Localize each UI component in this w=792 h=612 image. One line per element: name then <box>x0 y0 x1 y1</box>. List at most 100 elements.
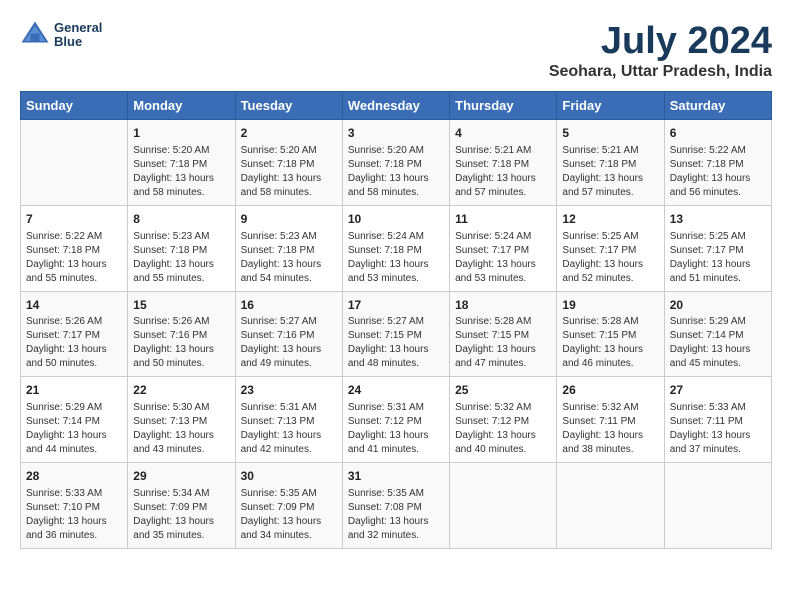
day-info: Sunrise: 5:35 AM Sunset: 7:08 PM Dayligh… <box>348 487 444 543</box>
day-number: 31 <box>348 468 444 485</box>
day-info: Sunrise: 5:29 AM Sunset: 7:14 PM Dayligh… <box>26 401 122 457</box>
day-number: 25 <box>455 382 551 399</box>
day-info: Sunrise: 5:22 AM Sunset: 7:18 PM Dayligh… <box>670 144 766 200</box>
day-info: Sunrise: 5:21 AM Sunset: 7:18 PM Dayligh… <box>455 144 551 200</box>
logo-line1: General <box>54 21 102 35</box>
day-number: 9 <box>241 211 337 228</box>
day-info: Sunrise: 5:28 AM Sunset: 7:15 PM Dayligh… <box>562 315 658 371</box>
day-info: Sunrise: 5:26 AM Sunset: 7:17 PM Dayligh… <box>26 315 122 371</box>
calendar-cell <box>664 463 771 549</box>
day-info: Sunrise: 5:33 AM Sunset: 7:10 PM Dayligh… <box>26 487 122 543</box>
day-info: Sunrise: 5:21 AM Sunset: 7:18 PM Dayligh… <box>562 144 658 200</box>
day-number: 20 <box>670 297 766 314</box>
day-number: 28 <box>26 468 122 485</box>
day-number: 21 <box>26 382 122 399</box>
calendar-cell: 26 Sunrise: 5:32 AM Sunset: 7:11 PM Dayli… <box>557 377 664 463</box>
week-row-3: 14Sunrise: 5:26 AM Sunset: 7:17 PM Dayli… <box>21 291 772 377</box>
day-number: 13 <box>670 211 766 228</box>
column-header-wednesday: Wednesday <box>342 92 449 120</box>
day-info: Sunrise: 5:23 AM Sunset: 7:18 PM Dayligh… <box>133 230 229 286</box>
logo-icon <box>20 20 50 50</box>
day-info: Sunrise: 5:23 AM Sunset: 7:18 PM Dayligh… <box>241 230 337 286</box>
column-header-tuesday: Tuesday <box>235 92 342 120</box>
column-header-saturday: Saturday <box>664 92 771 120</box>
day-number: 16 <box>241 297 337 314</box>
day-number: 4 <box>455 125 551 142</box>
day-number: 24 <box>348 382 444 399</box>
calendar-cell: 12Sunrise: 5:25 AM Sunset: 7:17 PM Dayli… <box>557 205 664 291</box>
calendar-cell: 7Sunrise: 5:22 AM Sunset: 7:18 PM Daylig… <box>21 205 128 291</box>
day-number: 8 <box>133 211 229 228</box>
day-info: Sunrise: 5:27 AM Sunset: 7:16 PM Dayligh… <box>241 315 337 371</box>
calendar-table: SundayMondayTuesdayWednesdayThursdayFrid… <box>20 91 772 549</box>
day-info: Sunrise: 5:20 AM Sunset: 7:18 PM Dayligh… <box>348 144 444 200</box>
calendar-cell: 8 Sunrise: 5:23 AM Sunset: 7:18 PM Daylig… <box>128 205 235 291</box>
day-number: 15 <box>133 297 229 314</box>
day-info: Sunrise: 5:33 AM Sunset: 7:11 PM Dayligh… <box>670 401 766 457</box>
day-number: 1 <box>133 125 229 142</box>
day-info: Sunrise: 5:32 AM Sunset: 7:11 PM Dayligh… <box>562 401 658 457</box>
calendar-cell: 13 Sunrise: 5:25 AM Sunset: 7:17 PM Dayli… <box>664 205 771 291</box>
day-number: 10 <box>348 211 444 228</box>
calendar-cell: 6 Sunrise: 5:22 AM Sunset: 7:18 PM Daylig… <box>664 120 771 206</box>
week-row-5: 28 Sunrise: 5:33 AM Sunset: 7:10 PM Dayli… <box>21 463 772 549</box>
day-number: 14 <box>26 297 122 314</box>
day-number: 29 <box>133 468 229 485</box>
calendar-cell: 19Sunrise: 5:28 AM Sunset: 7:15 PM Dayli… <box>557 291 664 377</box>
day-number: 11 <box>455 211 551 228</box>
day-number: 23 <box>241 382 337 399</box>
column-header-monday: Monday <box>128 92 235 120</box>
day-info: Sunrise: 5:32 AM Sunset: 7:12 PM Dayligh… <box>455 401 551 457</box>
day-number: 18 <box>455 297 551 314</box>
day-info: Sunrise: 5:20 AM Sunset: 7:18 PM Dayligh… <box>133 144 229 200</box>
day-info: Sunrise: 5:20 AM Sunset: 7:18 PM Dayligh… <box>241 144 337 200</box>
day-info: Sunrise: 5:35 AM Sunset: 7:09 PM Dayligh… <box>241 487 337 543</box>
column-header-friday: Friday <box>557 92 664 120</box>
day-number: 6 <box>670 125 766 142</box>
day-number: 7 <box>26 211 122 228</box>
title-block: July 2024 Seohara, Uttar Pradesh, India <box>549 20 772 81</box>
calendar-cell: 25 Sunrise: 5:32 AM Sunset: 7:12 PM Dayli… <box>450 377 557 463</box>
day-info: Sunrise: 5:24 AM Sunset: 7:18 PM Dayligh… <box>348 230 444 286</box>
day-info: Sunrise: 5:31 AM Sunset: 7:13 PM Dayligh… <box>241 401 337 457</box>
calendar-cell: 9 Sunrise: 5:23 AM Sunset: 7:18 PM Daylig… <box>235 205 342 291</box>
calendar-cell: 5Sunrise: 5:21 AM Sunset: 7:18 PM Daylig… <box>557 120 664 206</box>
calendar-cell: 10 Sunrise: 5:24 AM Sunset: 7:18 PM Dayli… <box>342 205 449 291</box>
calendar-cell: 30 Sunrise: 5:35 AM Sunset: 7:09 PM Dayli… <box>235 463 342 549</box>
calendar-cell: 16Sunrise: 5:27 AM Sunset: 7:16 PM Dayli… <box>235 291 342 377</box>
week-row-1: 1 Sunrise: 5:20 AM Sunset: 7:18 PM Daylig… <box>21 120 772 206</box>
day-info: Sunrise: 5:27 AM Sunset: 7:15 PM Dayligh… <box>348 315 444 371</box>
day-number: 26 <box>562 382 658 399</box>
calendar-cell: 20Sunrise: 5:29 AM Sunset: 7:14 PM Dayli… <box>664 291 771 377</box>
column-header-sunday: Sunday <box>21 92 128 120</box>
week-row-4: 21 Sunrise: 5:29 AM Sunset: 7:14 PM Dayli… <box>21 377 772 463</box>
calendar-cell: 31 Sunrise: 5:35 AM Sunset: 7:08 PM Dayli… <box>342 463 449 549</box>
calendar-cell: 3Sunrise: 5:20 AM Sunset: 7:18 PM Daylig… <box>342 120 449 206</box>
day-info: Sunrise: 5:34 AM Sunset: 7:09 PM Dayligh… <box>133 487 229 543</box>
calendar-cell: 17Sunrise: 5:27 AM Sunset: 7:15 PM Dayli… <box>342 291 449 377</box>
day-number: 22 <box>133 382 229 399</box>
day-number: 19 <box>562 297 658 314</box>
calendar-cell <box>557 463 664 549</box>
calendar-cell: 23 Sunrise: 5:31 AM Sunset: 7:13 PM Dayli… <box>235 377 342 463</box>
calendar-cell: 29 Sunrise: 5:34 AM Sunset: 7:09 PM Dayli… <box>128 463 235 549</box>
day-number: 27 <box>670 382 766 399</box>
calendar-cell: 11Sunrise: 5:24 AM Sunset: 7:17 PM Dayli… <box>450 205 557 291</box>
calendar-cell: 18Sunrise: 5:28 AM Sunset: 7:15 PM Dayli… <box>450 291 557 377</box>
day-info: Sunrise: 5:25 AM Sunset: 7:17 PM Dayligh… <box>670 230 766 286</box>
calendar-cell: 27 Sunrise: 5:33 AM Sunset: 7:11 PM Dayli… <box>664 377 771 463</box>
day-info: Sunrise: 5:28 AM Sunset: 7:15 PM Dayligh… <box>455 315 551 371</box>
calendar-cell <box>21 120 128 206</box>
calendar-cell: 14Sunrise: 5:26 AM Sunset: 7:17 PM Dayli… <box>21 291 128 377</box>
calendar-cell: 2 Sunrise: 5:20 AM Sunset: 7:18 PM Daylig… <box>235 120 342 206</box>
day-number: 30 <box>241 468 337 485</box>
calendar-cell: 28 Sunrise: 5:33 AM Sunset: 7:10 PM Dayli… <box>21 463 128 549</box>
calendar-cell: 21 Sunrise: 5:29 AM Sunset: 7:14 PM Dayli… <box>21 377 128 463</box>
day-info: Sunrise: 5:25 AM Sunset: 7:17 PM Dayligh… <box>562 230 658 286</box>
main-title: July 2024 <box>549 20 772 63</box>
day-info: Sunrise: 5:29 AM Sunset: 7:14 PM Dayligh… <box>670 315 766 371</box>
day-number: 2 <box>241 125 337 142</box>
logo-text: General Blue <box>54 21 102 50</box>
calendar-cell: 15Sunrise: 5:26 AM Sunset: 7:16 PM Dayli… <box>128 291 235 377</box>
logo-line2: Blue <box>54 35 102 49</box>
